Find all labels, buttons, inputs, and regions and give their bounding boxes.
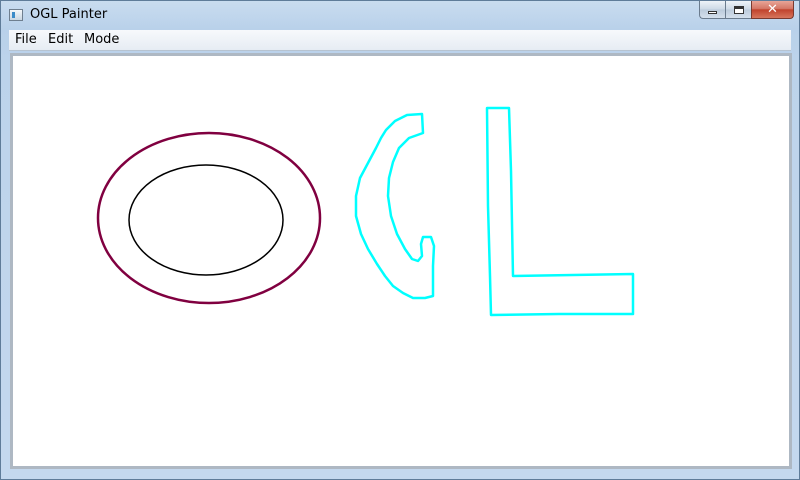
letter-g-stroke (354, 112, 436, 300)
menu-file[interactable]: File (15, 32, 37, 48)
inner-ellipse (128, 164, 284, 276)
menu-bar: File Edit Mode (9, 30, 791, 51)
maximize-icon (734, 6, 744, 14)
app-window-icon[interactable] (9, 9, 23, 21)
title-bar[interactable]: OGL Painter ✕ (1, 1, 799, 30)
canvas-drawing[interactable] (13, 56, 789, 466)
app-window: OGL Painter ✕ File Edit Mode (0, 0, 800, 480)
outer-ellipse (96, 131, 322, 305)
letter-l-stroke (485, 106, 635, 317)
window-title: OGL Painter (30, 7, 108, 22)
minimize-button[interactable] (699, 1, 725, 19)
maximize-button[interactable] (725, 1, 751, 19)
close-button[interactable]: ✕ (751, 1, 794, 19)
close-icon: ✕ (767, 2, 778, 17)
caption-buttons: ✕ (699, 1, 794, 19)
menu-mode[interactable]: Mode (84, 32, 119, 48)
minimize-icon (708, 11, 717, 14)
drawing-canvas[interactable] (10, 53, 792, 469)
menu-edit[interactable]: Edit (48, 32, 73, 48)
